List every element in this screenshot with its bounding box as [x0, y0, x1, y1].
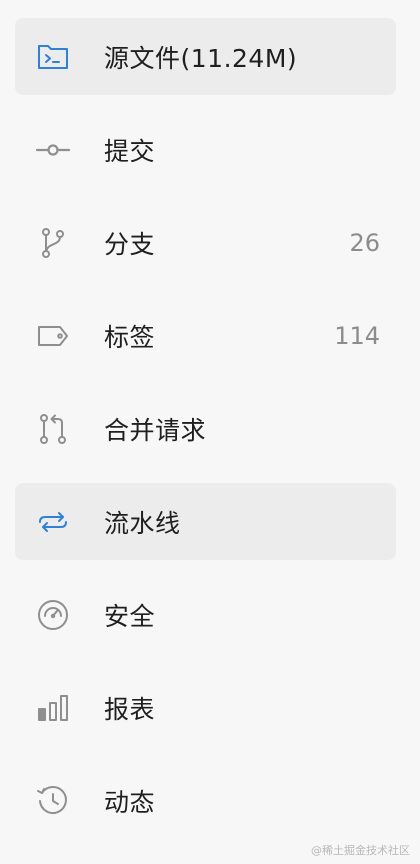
menu-item-pipelines[interactable]: 流水线: [15, 483, 396, 560]
menu-item-label: 源文件(11.24M): [104, 43, 298, 73]
pipeline-icon: [35, 504, 71, 540]
sidebar-menu: 源文件(11.24M) 提交 分支 26 标签 114 合并请求 流水线 安全 …: [15, 18, 396, 855]
menu-item-label: 安全: [104, 601, 156, 631]
menu-item-tags[interactable]: 标签 114: [15, 297, 396, 374]
menu-item-branches[interactable]: 分支 26: [15, 204, 396, 281]
menu-item-label: 分支: [104, 229, 156, 259]
tag-count: 114: [334, 321, 380, 350]
branch-count: 26: [349, 228, 380, 257]
pull-request-icon: [35, 411, 71, 447]
menu-item-commits[interactable]: 提交: [15, 111, 396, 188]
history-icon: [35, 783, 71, 819]
menu-item-label: 提交: [104, 136, 156, 166]
security-gauge-icon: [35, 597, 71, 633]
commit-icon: [35, 132, 71, 168]
report-bar-icon: [35, 690, 71, 726]
menu-item-reports[interactable]: 报表: [15, 669, 396, 746]
menu-item-merge-requests[interactable]: 合并请求: [15, 390, 396, 467]
code-folder-icon: [35, 39, 71, 75]
tag-icon: [35, 318, 71, 354]
menu-item-label: 报表: [104, 694, 156, 724]
menu-item-label: 合并请求: [104, 415, 207, 445]
menu-item-source-files[interactable]: 源文件(11.24M): [15, 18, 396, 95]
branch-icon: [35, 225, 71, 261]
menu-item-label: 动态: [104, 787, 156, 817]
menu-item-activity[interactable]: 动态: [15, 762, 396, 839]
menu-item-label: 标签: [104, 322, 156, 352]
menu-item-label: 流水线: [104, 508, 181, 538]
watermark: @稀土掘金技术社区: [311, 844, 410, 857]
menu-item-security[interactable]: 安全: [15, 576, 396, 653]
